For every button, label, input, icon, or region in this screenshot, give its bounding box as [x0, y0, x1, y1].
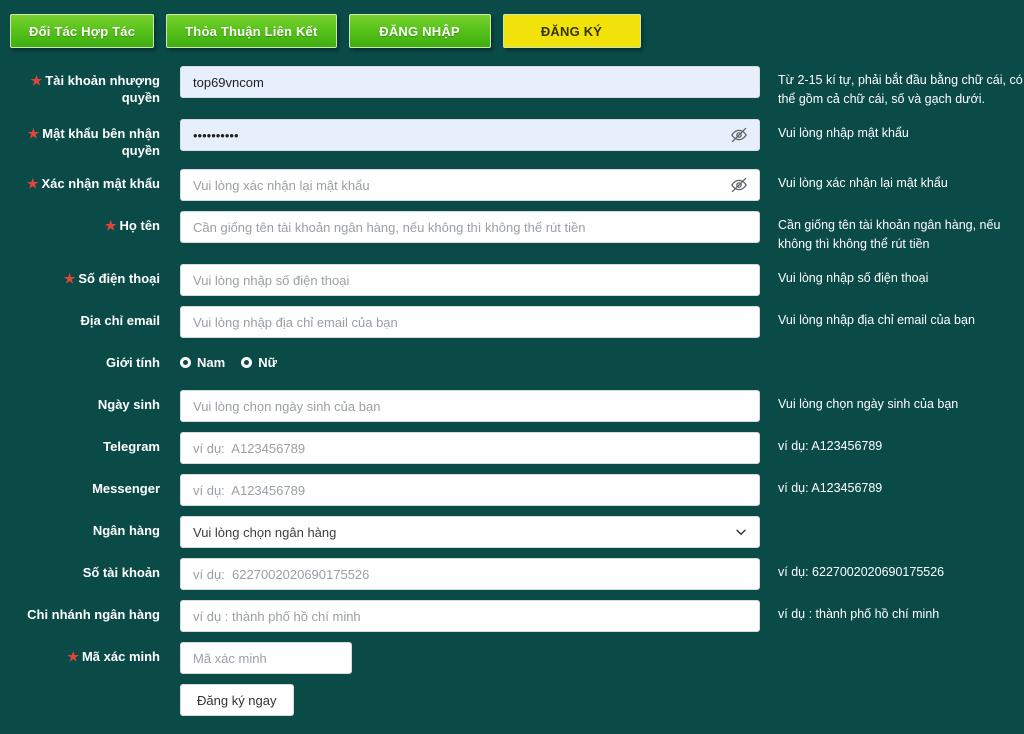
gender-option-label: Nữ [258, 355, 277, 370]
email-input[interactable] [180, 306, 760, 338]
account-number-input[interactable] [180, 558, 760, 590]
label-gender: Giới tính [0, 348, 160, 371]
form-row-birthday: Ngày sinh Vui lòng chọn ngày sinh của bạ… [0, 390, 1024, 422]
radio-icon[interactable] [180, 357, 191, 368]
form-row-verify-code: ★Mã xác minh [0, 642, 1024, 674]
form-row-fullname: ★Họ tên Cần giống tên tài khoản ngân hàn… [0, 211, 1024, 254]
form-row-submit: Đăng ký ngay [0, 684, 1024, 716]
field-branch [180, 600, 760, 632]
nav-button-doi-tac-hop-tac[interactable]: Đối Tác Hợp Tác [10, 14, 154, 48]
hint-messenger: ví dụ: A123456789 [778, 474, 1024, 498]
form-row-telegram: Telegram ví dụ: A123456789 [0, 432, 1024, 464]
chevron-down-icon [735, 526, 747, 538]
field-messenger [180, 474, 760, 506]
field-gender: Nam Nữ [180, 348, 760, 373]
field-username [180, 66, 760, 98]
label-birthday: Ngày sinh [0, 390, 160, 413]
confirm-password-input[interactable] [180, 169, 760, 201]
form-row-gender: Giới tính Nam Nữ [0, 348, 1024, 380]
password-input[interactable] [180, 119, 760, 151]
field-password [180, 119, 760, 151]
field-phone [180, 264, 760, 296]
form-row-confirm-password: ★Xác nhận mật khẩu Vui lòng xác nhận lại… [0, 169, 1024, 201]
required-star-icon: ★ [31, 72, 43, 89]
required-star-icon: ★ [105, 217, 117, 234]
hint-email: Vui lòng nhập địa chỉ email của bạn [778, 306, 1024, 330]
field-submit: Đăng ký ngay [180, 684, 760, 716]
bank-select-value: Vui lòng chọn ngân hàng [193, 525, 336, 540]
form-row-email: Địa chỉ email Vui lòng nhập địa chỉ emai… [0, 306, 1024, 338]
hint-birthday: Vui lòng chọn ngày sinh của bạn [778, 390, 1024, 414]
hint-username: Từ 2-15 kí tự, phải bắt đầu bằng chữ cái… [778, 66, 1024, 109]
required-star-icon: ★ [27, 175, 39, 192]
field-confirm-password [180, 169, 760, 201]
form-row-account-number: Số tài khoản ví dụ: 6227002020690175526 [0, 558, 1024, 590]
fullname-input[interactable] [180, 211, 760, 243]
birthday-input[interactable] [180, 390, 760, 422]
field-bank: Vui lòng chọn ngân hàng [180, 516, 760, 548]
field-telegram [180, 432, 760, 464]
telegram-input[interactable] [180, 432, 760, 464]
label-confirm-password: ★Xác nhận mật khẩu [0, 169, 160, 192]
radio-icon[interactable] [241, 357, 252, 368]
hint-branch: ví dụ : thành phố hồ chí minh [778, 600, 1024, 624]
top-nav: Đối Tác Hợp Tác Thỏa Thuận Liên Kết ĐĂNG… [10, 14, 641, 48]
form-row-phone: ★Số điện thoại Vui lòng nhập số điện tho… [0, 264, 1024, 296]
gender-option-nu[interactable]: Nữ [241, 355, 277, 370]
form-row-bank: Ngân hàng Vui lòng chọn ngân hàng [0, 516, 1024, 548]
field-birthday [180, 390, 760, 422]
nav-button-dang-nhap[interactable]: ĐĂNG NHẬP [349, 14, 491, 48]
field-fullname [180, 211, 760, 243]
form-row-messenger: Messenger ví dụ: A123456789 [0, 474, 1024, 506]
label-messenger: Messenger [0, 474, 160, 497]
form-row-branch: Chi nhánh ngân hàng ví dụ : thành phố hồ… [0, 600, 1024, 632]
hint-fullname: Cần giống tên tài khoản ngân hàng, nếu k… [778, 211, 1024, 254]
eye-off-icon[interactable] [730, 126, 748, 144]
gender-radio-group: Nam Nữ [180, 348, 760, 373]
label-username: ★Tài khoản nhượng quyền [0, 66, 160, 106]
field-email [180, 306, 760, 338]
label-email: Địa chỉ email [0, 306, 160, 329]
hint-telegram: ví dụ: A123456789 [778, 432, 1024, 456]
phone-input[interactable] [180, 264, 760, 296]
verify-code-input[interactable] [180, 642, 352, 674]
hint-confirm-password: Vui lòng xác nhận lại mật khẩu [778, 169, 1024, 193]
hint-phone: Vui lòng nhập số điện thoại [778, 264, 1024, 288]
bank-select[interactable]: Vui lòng chọn ngân hàng [180, 516, 760, 548]
label-submit-spacer [0, 684, 160, 690]
username-input[interactable] [180, 66, 760, 98]
field-account-number [180, 558, 760, 590]
label-telegram: Telegram [0, 432, 160, 455]
label-branch: Chi nhánh ngân hàng [0, 600, 160, 623]
label-verify-code: ★Mã xác minh [0, 642, 160, 665]
label-account-number: Số tài khoản [0, 558, 160, 581]
gender-option-nam[interactable]: Nam [180, 355, 225, 370]
nav-button-dang-ky[interactable]: ĐĂNG KÝ [503, 14, 641, 48]
eye-off-icon[interactable] [730, 176, 748, 194]
required-star-icon: ★ [28, 125, 40, 142]
label-bank: Ngân hàng [0, 516, 160, 539]
label-phone: ★Số điện thoại [0, 264, 160, 287]
gender-option-label: Nam [197, 355, 225, 370]
required-star-icon: ★ [67, 648, 79, 665]
messenger-input[interactable] [180, 474, 760, 506]
form-row-password: ★Mật khẩu bên nhận quyền Vui lòng nhập m… [0, 119, 1024, 159]
register-now-button[interactable]: Đăng ký ngay [180, 684, 294, 716]
registration-form: ★Tài khoản nhượng quyền Từ 2-15 kí tự, p… [0, 66, 1024, 726]
field-verify-code [180, 642, 760, 674]
hint-password: Vui lòng nhập mật khẩu [778, 119, 1024, 143]
required-star-icon: ★ [64, 270, 76, 287]
nav-button-thoa-thuan-lien-ket[interactable]: Thỏa Thuận Liên Kết [166, 14, 336, 48]
hint-account-number: ví dụ: 6227002020690175526 [778, 558, 1024, 582]
form-row-username: ★Tài khoản nhượng quyền Từ 2-15 kí tự, p… [0, 66, 1024, 109]
branch-input[interactable] [180, 600, 760, 632]
label-password: ★Mật khẩu bên nhận quyền [0, 119, 160, 159]
label-fullname: ★Họ tên [0, 211, 160, 234]
